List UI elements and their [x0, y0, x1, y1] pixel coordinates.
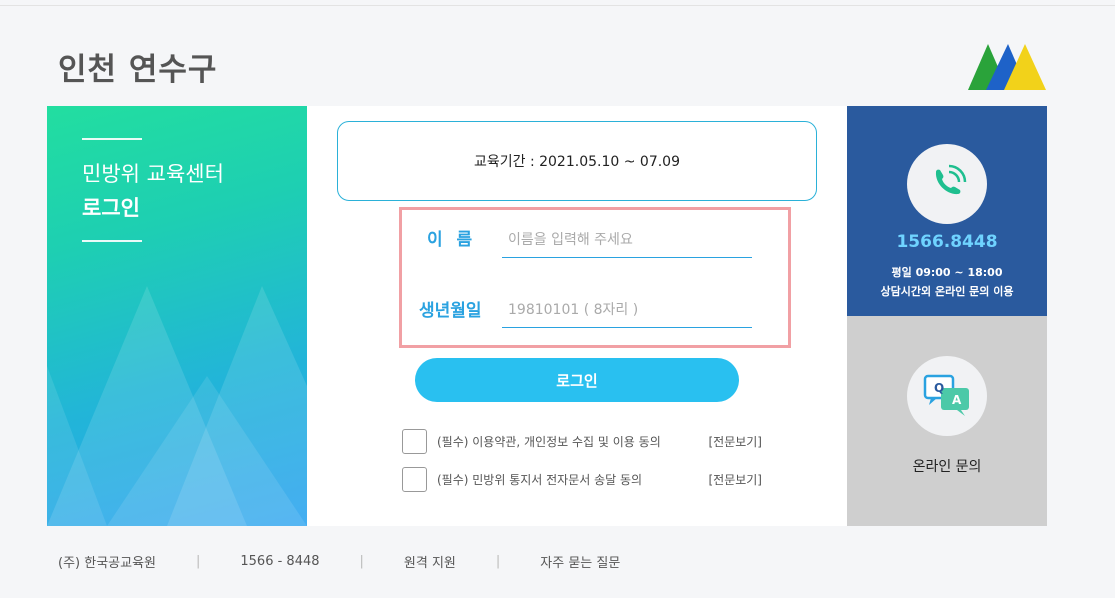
name-input[interactable] [502, 222, 752, 258]
qa-q-letter: Q [934, 381, 944, 395]
qa-a-letter: A [952, 393, 962, 407]
business-hours: 평일 09:00 ~ 18:00 [891, 266, 1003, 279]
company-name: (주) 한국공교육원 [58, 556, 156, 571]
login-form-panel: 교육기간 : 2021.05.10 ~ 07.09 이 름 생년월일 로그인 (… [307, 106, 847, 526]
qa-icon-circle: Q A [907, 356, 987, 436]
name-label: 이 름 [427, 230, 477, 250]
footer-separator: | [359, 554, 364, 569]
education-period: 교육기간 : 2021.05.10 ~ 07.09 [473, 154, 680, 170]
footer-separator: | [495, 554, 501, 569]
login-button[interactable]: 로그인 [415, 358, 739, 402]
qa-chat-icon: Q A [923, 374, 969, 416]
phone-icon [935, 164, 967, 195]
education-period-box: 교육기간 : 2021.05.10 ~ 07.09 [337, 121, 817, 201]
agreement-text: (필수) 이용약관, 개인정보 수집 및 이용 동의 [437, 435, 661, 449]
phone-contact-panel: 1566.8448 평일 09:00 ~ 18:00 상담시간외 온라인 문의 … [847, 106, 1047, 316]
logo-mountains-icon [968, 44, 1046, 90]
page-title: 인천 연수구 [58, 52, 218, 88]
birth-label: 생년월일 [419, 301, 482, 321]
e-document-checkbox[interactable] [402, 467, 427, 492]
phone-number: 1566.8448 [896, 232, 998, 252]
online-inquiry-label: 온라인 문의 [912, 459, 982, 475]
agreement-row: (필수) 민방위 통지서 전자문서 송달 동의 [전문보기] [402, 467, 762, 492]
divider-line [82, 138, 142, 140]
divider-line [82, 240, 142, 242]
top-divider [0, 5, 1115, 6]
view-full-terms-link[interactable]: [전문보기] [708, 433, 762, 450]
view-full-edoc-link[interactable]: [전문보기] [708, 471, 762, 488]
footer-phone: 1566 - 8448 [240, 554, 320, 569]
remote-support-link[interactable]: 원격 지원 [404, 552, 456, 571]
after-hours-note: 상담시간외 온라인 문의 이용 [880, 285, 1014, 298]
left-panel: 민방위 교육센터 로그인 [47, 106, 307, 526]
phone-icon-circle [907, 144, 987, 224]
faq-link[interactable]: 자주 묻는 질문 [540, 552, 620, 571]
center-subtitle: 민방위 교육센터 [82, 162, 224, 186]
terms-checkbox[interactable] [402, 429, 427, 454]
agreement-text: (필수) 민방위 통지서 전자문서 송달 동의 [437, 473, 643, 487]
footer-separator: | [196, 554, 201, 569]
agreement-row: (필수) 이용약관, 개인정보 수집 및 이용 동의 [전문보기] [402, 429, 762, 454]
online-inquiry-panel[interactable]: Q A 온라인 문의 [847, 316, 1047, 526]
login-title: 로그인 [82, 196, 140, 220]
birthdate-input[interactable] [502, 292, 752, 328]
footer: (주) 한국공교육원 | 1566 - 8448 | 원격 지원 | 자주 묻는… [58, 552, 620, 571]
